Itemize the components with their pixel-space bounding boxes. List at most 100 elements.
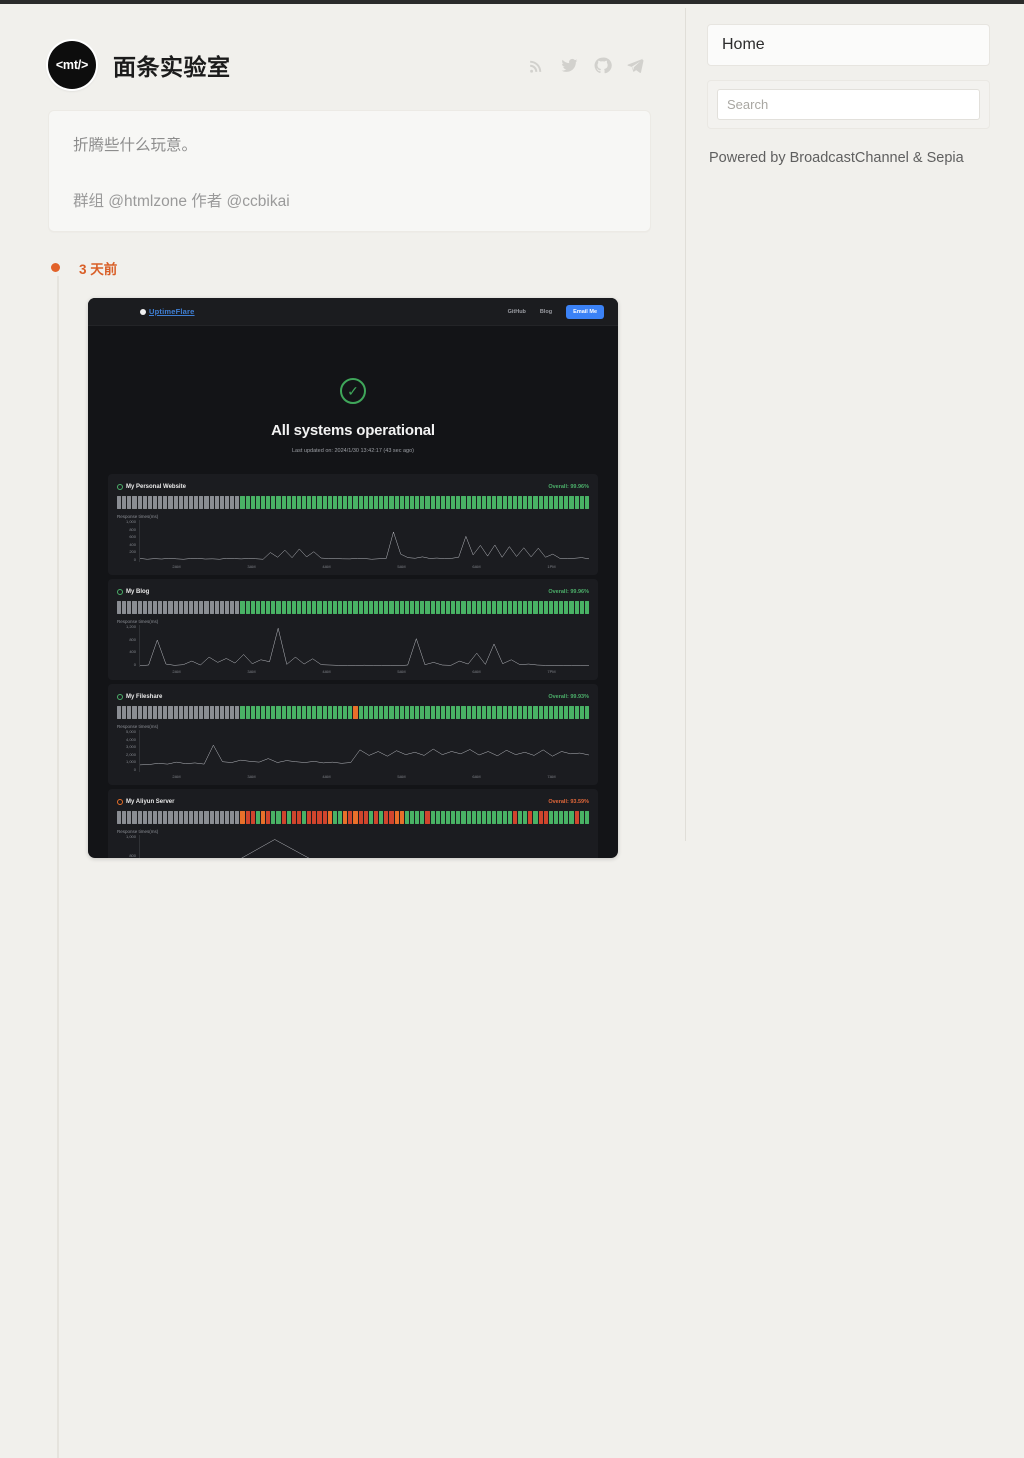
uptime-bar[interactable]: [384, 811, 389, 824]
uptime-bar[interactable]: [353, 706, 358, 719]
uptime-bar[interactable]: [296, 496, 302, 509]
uptime-bar[interactable]: [332, 496, 338, 509]
uptime-bar[interactable]: [574, 811, 579, 824]
uptime-bar[interactable]: [235, 706, 240, 719]
uptime-bar[interactable]: [389, 601, 394, 614]
uptime-bar[interactable]: [348, 496, 353, 509]
monitor-card[interactable]: My Personal Website Overall: 99.96% Respon…: [108, 474, 598, 575]
uptime-bar[interactable]: [338, 706, 343, 719]
embedded-screenshot[interactable]: UptimeFlare GitHub Blog Email Me ✓ All s…: [88, 298, 618, 858]
uptime-bar[interactable]: [332, 601, 338, 614]
uptime-bar[interactable]: [348, 706, 353, 719]
uptime-bar[interactable]: [512, 811, 517, 824]
uptime-bar[interactable]: [219, 601, 224, 614]
uptime-bar[interactable]: [163, 496, 168, 509]
github-icon[interactable]: [593, 56, 612, 75]
uptime-bar[interactable]: [235, 601, 240, 614]
uptime-bar[interactable]: [384, 496, 389, 509]
uptime-bar[interactable]: [456, 601, 461, 614]
uptime-bar[interactable]: [312, 496, 317, 509]
uptime-bar[interactable]: [538, 706, 543, 719]
uptime-bar[interactable]: [117, 601, 122, 614]
uptime-bar[interactable]: [127, 811, 132, 824]
uptime-bar[interactable]: [451, 496, 456, 509]
nav-link-blog[interactable]: Blog: [540, 309, 552, 315]
uptime-bar[interactable]: [368, 706, 374, 719]
uptime-bar[interactable]: [307, 811, 312, 824]
uptime-bar[interactable]: [456, 496, 461, 509]
post-attachment[interactable]: UptimeFlare GitHub Blog Email Me ✓ All s…: [79, 298, 651, 858]
uptime-bar[interactable]: [158, 811, 163, 824]
uptime-bar[interactable]: [240, 706, 245, 719]
uptime-bar[interactable]: [137, 496, 142, 509]
nav-link-github[interactable]: GitHub: [508, 309, 526, 315]
uptime-bar[interactable]: [260, 811, 266, 824]
uptime-bar[interactable]: [152, 706, 158, 719]
uptime-bar[interactable]: [379, 601, 384, 614]
uptime-bar[interactable]: [214, 706, 219, 719]
uptime-bar[interactable]: [389, 811, 394, 824]
uptime-bar[interactable]: [178, 496, 183, 509]
uptime-bar[interactable]: [492, 601, 497, 614]
uptime-bar[interactable]: [230, 496, 235, 509]
uptime-bar[interactable]: [291, 496, 296, 509]
uptime-bar[interactable]: [502, 706, 507, 719]
uptime-bar[interactable]: [178, 811, 183, 824]
email-me-button[interactable]: Email Me: [566, 304, 604, 319]
uptime-bar[interactable]: [507, 496, 512, 509]
uptime-bar[interactable]: [404, 601, 410, 614]
uptime-bar[interactable]: [173, 496, 178, 509]
uptime-bar[interactable]: [394, 496, 399, 509]
uptime-bar[interactable]: [559, 601, 564, 614]
uptime-bar[interactable]: [250, 601, 255, 614]
uptime-bar[interactable]: [224, 706, 230, 719]
uptime-bar[interactable]: [461, 601, 466, 614]
uptime-bar[interactable]: [199, 706, 204, 719]
uptime-bar[interactable]: [142, 601, 147, 614]
uptime-bar[interactable]: [584, 706, 589, 719]
uptime-bar[interactable]: [199, 811, 204, 824]
uptime-bar[interactable]: [188, 496, 194, 509]
uptime-bar[interactable]: [147, 706, 152, 719]
uptime-bar[interactable]: [528, 601, 533, 614]
uptime-bar[interactable]: [178, 706, 183, 719]
uptime-bar[interactable]: [173, 706, 178, 719]
uptime-bar[interactable]: [538, 811, 543, 824]
monitor-card[interactable]: My Fileshare Overall: 99.93% Response time…: [108, 684, 598, 785]
uptime-bar[interactable]: [553, 706, 559, 719]
uptime-bar[interactable]: [374, 706, 379, 719]
uptime-bar[interactable]: [327, 496, 332, 509]
uptime-bar[interactable]: [291, 811, 296, 824]
uptime-bar[interactable]: [435, 496, 440, 509]
uptime-bar[interactable]: [327, 601, 332, 614]
uptime-bar[interactable]: [343, 811, 348, 824]
uptime-bar[interactable]: [440, 811, 445, 824]
uptime-bar[interactable]: [461, 811, 466, 824]
uptime-bar[interactable]: [538, 496, 543, 509]
uptime-bar[interactable]: [404, 706, 410, 719]
uptime-bar[interactable]: [188, 601, 194, 614]
uptime-bar[interactable]: [194, 601, 199, 614]
uptime-bar[interactable]: [219, 496, 224, 509]
uptime-bar[interactable]: [564, 706, 569, 719]
uptime-bar[interactable]: [230, 706, 235, 719]
uptime-bar[interactable]: [528, 496, 533, 509]
uptime-bar[interactable]: [533, 496, 538, 509]
uptime-bar[interactable]: [286, 496, 291, 509]
uptime-bar[interactable]: [122, 601, 127, 614]
uptime-bar[interactable]: [296, 601, 302, 614]
uptime-bar[interactable]: [374, 601, 379, 614]
uptime-bar[interactable]: [430, 496, 435, 509]
uptime-bar[interactable]: [410, 706, 415, 719]
uptime-bar[interactable]: [559, 811, 564, 824]
uptime-bar[interactable]: [173, 811, 178, 824]
uptime-bar[interactable]: [224, 496, 230, 509]
uptime-bar[interactable]: [332, 706, 338, 719]
uptime-bar[interactable]: [209, 496, 214, 509]
uptime-bar[interactable]: [281, 601, 286, 614]
uptime-bar[interactable]: [420, 811, 425, 824]
uptime-bar[interactable]: [374, 811, 379, 824]
uptime-bar[interactable]: [327, 811, 332, 824]
uptime-bar[interactable]: [466, 496, 471, 509]
uptime-bar[interactable]: [317, 706, 322, 719]
